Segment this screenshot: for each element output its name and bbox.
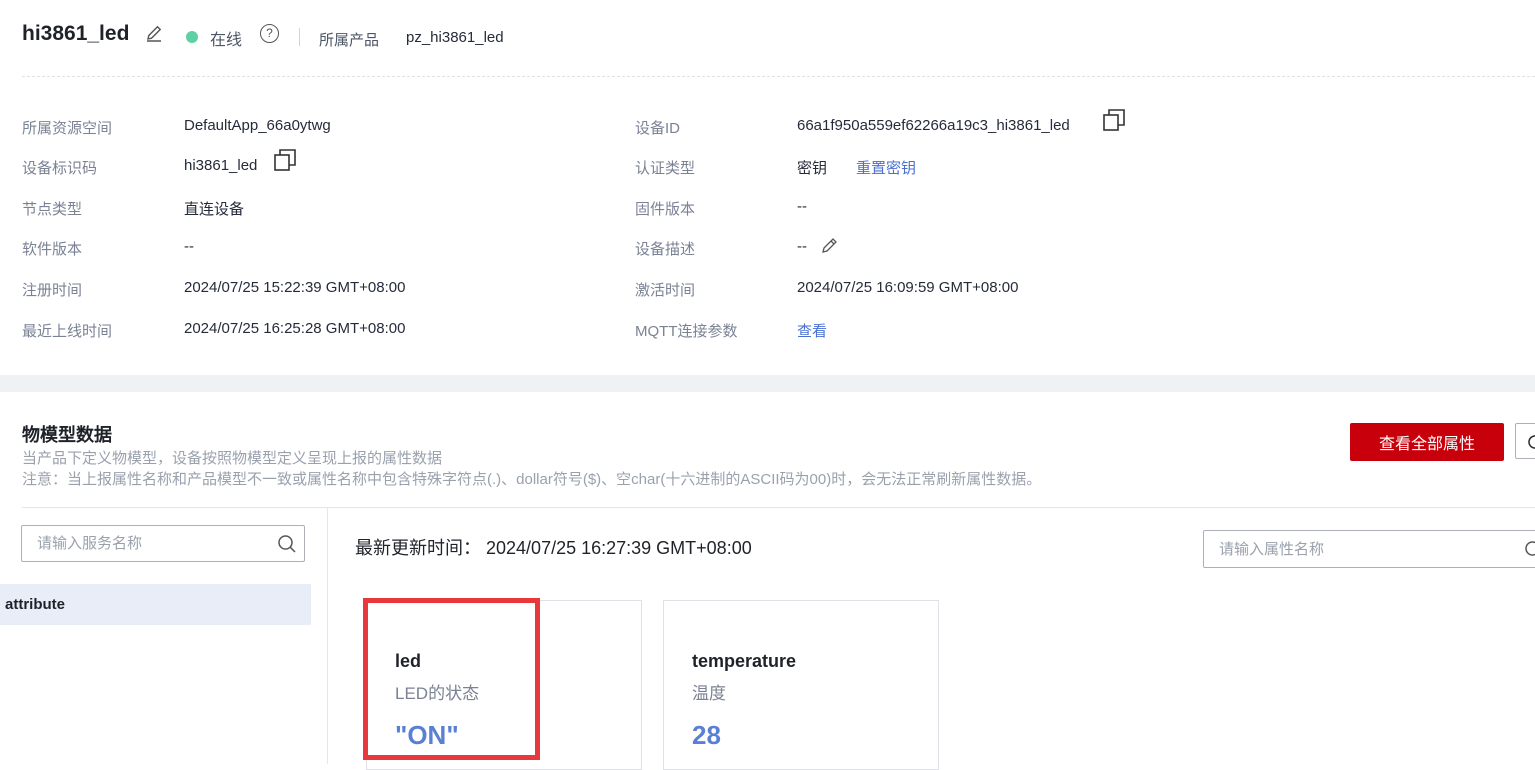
search-icon[interactable] [277,534,297,554]
software-version-label: 软件版本 [22,241,83,258]
property-value: 28 [692,720,721,750]
service-item-attribute[interactable]: attribute [0,584,311,625]
property-card-temperature: temperature 温度 28 [663,600,939,770]
device-id-value: 66a1f950a559ef62266a19c3_hi3861_led [797,117,1070,134]
header-divider-line [22,76,1535,77]
resource-space-label: 所属资源空间 [22,120,113,137]
latest-update-time: 最新更新时间： 2024/07/25 16:27:39 GMT+08:00 [355,534,752,560]
product-value: pz_hi3861_led [406,29,504,46]
copy-icon[interactable] [1103,109,1125,131]
section-description: 当产品下定义物模型，设备按照物模型定义呈现上报的属性数据 [22,450,443,467]
status-dot [186,31,198,43]
mqtt-view-link[interactable]: 查看 [797,320,827,341]
reset-secret-link[interactable]: 重置密钥 [856,157,916,178]
activate-time-label: 激活时间 [635,282,696,299]
update-time-label: 最新更新时间： [355,538,481,558]
auth-type-value: 密钥 [797,160,828,177]
section-note: 注意：当上报属性名称和产品模型不一致或属性名称中包含特殊字符点(.)、dolla… [22,471,1042,488]
section-divider [22,507,1535,508]
node-id-label: 设备标识码 [22,160,98,177]
auth-type-label: 认证类型 [635,160,696,177]
register-time-label: 注册时间 [22,282,83,299]
software-version-value: -- [184,238,194,255]
copy-icon[interactable] [274,149,296,171]
node-type-label: 节点类型 [22,201,83,218]
refresh-button[interactable] [1515,423,1535,459]
panel-divider [327,508,328,764]
service-item-label: attribute [5,596,65,613]
section-title: 物模型数据 [22,425,112,445]
property-search-input[interactable] [1217,540,1521,559]
property-search-box[interactable] [1203,530,1535,568]
mqtt-params-label: MQTT连接参数 [635,323,738,340]
refresh-icon [1528,435,1535,449]
service-search-box[interactable] [21,525,305,562]
activate-time-value: 2024/07/25 16:09:59 GMT+08:00 [797,279,1019,296]
product-label: 所属产品 [319,32,380,49]
edit-description-icon[interactable] [820,235,840,255]
device-id-label: 设备ID [635,120,681,137]
search-icon[interactable] [1524,540,1535,560]
edit-icon[interactable] [144,23,164,43]
device-name: hi3861_led [22,22,130,45]
highlight-box [363,598,540,760]
device-desc-value: -- [797,238,807,255]
firmware-version-value: -- [797,198,807,215]
register-time-value: 2024/07/25 15:22:39 GMT+08:00 [184,279,406,296]
update-time-value: 2024/07/25 16:27:39 GMT+08:00 [486,538,752,558]
view-all-properties-button[interactable]: 查看全部属性 [1350,423,1504,461]
service-search-input[interactable] [35,534,269,553]
header-divider [299,28,300,46]
resource-space-value: DefaultApp_66a0ytwg [184,117,331,134]
firmware-version-label: 固件版本 [635,201,696,218]
node-id-value: hi3861_led [184,157,258,174]
node-type-value: 直连设备 [184,201,245,218]
property-name: temperature [692,651,797,671]
property-description: 温度 [692,684,726,703]
last-online-label: 最近上线时间 [22,323,113,340]
section-separator [0,375,1535,392]
device-desc-label: 设备描述 [635,241,696,258]
status-text: 在线 [210,32,243,49]
last-online-value: 2024/07/25 16:25:28 GMT+08:00 [184,320,406,337]
help-icon[interactable]: ? [260,24,279,43]
